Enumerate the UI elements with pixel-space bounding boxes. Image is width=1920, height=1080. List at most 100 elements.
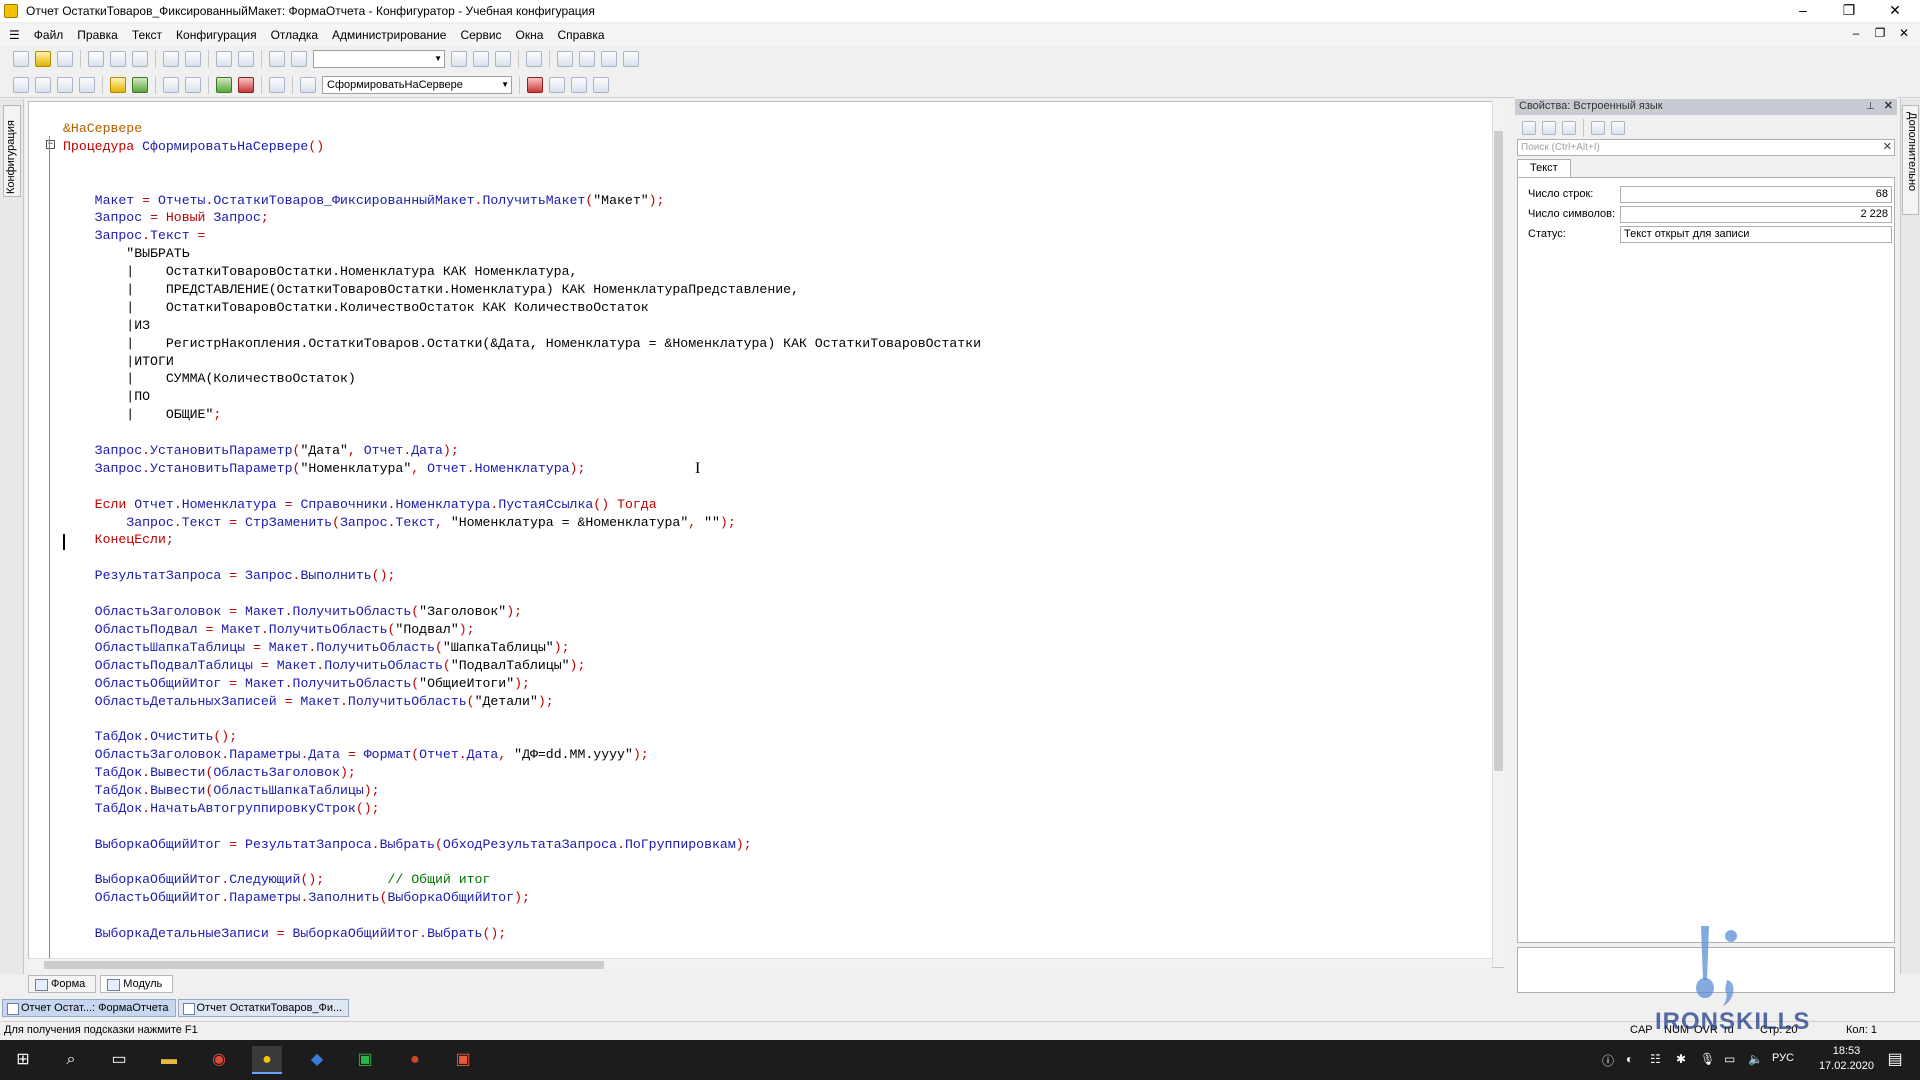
chrome-icon[interactable]: ◉ bbox=[204, 1046, 234, 1074]
code-line[interactable]: Макет = Отчеты.ОстаткиТоваров_Фиксирован… bbox=[63, 192, 981, 210]
close-icon[interactable]: ✕ bbox=[1884, 99, 1893, 114]
chevron-down-icon[interactable]: ▼ bbox=[501, 77, 509, 93]
window-tab-report-object[interactable]: Отчет ОстаткиТоваров_Фи... bbox=[177, 999, 350, 1017]
sort-icon[interactable] bbox=[1522, 121, 1536, 135]
scrollbar-thumb[interactable] bbox=[44, 961, 604, 969]
tab-module[interactable]: Модуль bbox=[100, 975, 174, 993]
open-icon[interactable] bbox=[35, 51, 51, 67]
goto-icon[interactable] bbox=[579, 51, 595, 67]
code-line[interactable] bbox=[63, 478, 981, 496]
code-line[interactable]: Процедура СформироватьНаСервере() bbox=[63, 138, 981, 156]
tray-bluetooth-icon[interactable]: ✱ bbox=[1676, 1052, 1686, 1066]
windows-start-icon[interactable]: ⊞ bbox=[8, 1046, 38, 1074]
additional-panel-tab[interactable]: Дополнительно bbox=[1902, 105, 1919, 215]
tray-network-icon[interactable]: ☷ bbox=[1650, 1052, 1661, 1066]
find-icon[interactable] bbox=[269, 51, 285, 67]
code-line[interactable]: ВыборкаОбщийИтог.Следующий(); // Общий и… bbox=[63, 871, 981, 889]
mdi-restore-button[interactable]: ❐ bbox=[1870, 26, 1890, 40]
mdi-minimize-button[interactable]: – bbox=[1846, 26, 1866, 40]
code-line[interactable]: | ОстаткиТоваровОстатки.Номенклатура КАК… bbox=[63, 263, 981, 281]
code-line[interactable]: ВыборкаОбщийИтог = РезультатЗапроса.Выбр… bbox=[63, 836, 981, 854]
clear-search-icon[interactable]: ✕ bbox=[1883, 140, 1892, 155]
menu-configuration[interactable]: Конфигурация bbox=[169, 28, 264, 42]
chevron-down-icon[interactable]: ▼ bbox=[434, 51, 442, 67]
code-line[interactable] bbox=[63, 424, 981, 442]
code-line[interactable]: ОбластьЗаголовок.Параметры.Дата = Формат… bbox=[63, 746, 981, 764]
code-line[interactable] bbox=[63, 907, 981, 925]
menu-help[interactable]: Справка bbox=[550, 28, 611, 42]
prop-value-chars[interactable]: 2 228 bbox=[1620, 206, 1892, 223]
tab-form[interactable]: Форма bbox=[28, 975, 97, 993]
db-icon[interactable] bbox=[57, 76, 73, 93]
minimize-button[interactable]: – bbox=[1780, 0, 1826, 22]
procedure-combo[interactable]: СформироватьНаСервере ▼ bbox=[322, 75, 512, 94]
format-icon[interactable] bbox=[269, 76, 285, 93]
code-line[interactable]: |ИЗ bbox=[63, 317, 981, 335]
code-line[interactable]: | ПРЕДСТАВЛЕНИЕ(ОстаткиТоваровОстатки.Но… bbox=[63, 281, 981, 299]
find-prev-icon[interactable] bbox=[495, 51, 511, 67]
cut-icon[interactable] bbox=[88, 51, 104, 67]
app-menu-icon[interactable]: ☰ bbox=[2, 28, 27, 42]
code-line[interactable]: ОбластьШапкаТаблицы = Макет.ПолучитьОбла… bbox=[63, 639, 981, 657]
code-line[interactable]: "ВЫБРАТЬ bbox=[63, 245, 981, 263]
module-props-icon[interactable] bbox=[13, 76, 29, 93]
print-icon[interactable] bbox=[163, 51, 179, 67]
menu-text[interactable]: Текст bbox=[125, 28, 169, 42]
code-line[interactable] bbox=[63, 585, 981, 603]
search-combo[interactable]: ▼ bbox=[313, 50, 445, 68]
paste-icon[interactable] bbox=[132, 51, 148, 67]
editor-horizontal-scrollbar[interactable] bbox=[28, 958, 1492, 970]
menu-windows[interactable]: Окна bbox=[509, 28, 551, 42]
disable-breakpoint-icon[interactable] bbox=[571, 76, 587, 93]
bookmark-icon[interactable] bbox=[557, 51, 573, 67]
copy-icon[interactable] bbox=[110, 51, 126, 67]
breakpoint-icon[interactable] bbox=[527, 76, 543, 93]
redo-icon[interactable] bbox=[238, 51, 254, 67]
clear-search-icon[interactable] bbox=[451, 51, 467, 67]
code-line[interactable]: | ОстаткиТоваровОстатки.КоличествоОстато… bbox=[63, 299, 981, 317]
code-line[interactable]: ОбластьОбщийИтог = Макет.ПолучитьОбласть… bbox=[63, 675, 981, 693]
code-line[interactable]: | СУММА(КоличествоОстаток) bbox=[63, 370, 981, 388]
configuration-panel-tab[interactable]: Конфигурация bbox=[3, 105, 21, 197]
code-line[interactable]: &НаСервере bbox=[63, 120, 981, 138]
code-editor[interactable]: − &НаСервере Процедура СформироватьНаСерв… bbox=[28, 101, 1504, 968]
code-line[interactable]: РезультатЗапроса = Запрос.Выполнить(); bbox=[63, 567, 981, 585]
close-button[interactable]: ✕ bbox=[1872, 0, 1918, 22]
comment-icon[interactable] bbox=[216, 76, 232, 93]
file-explorer-icon[interactable]: ▬ bbox=[154, 1046, 184, 1074]
breakpoint-list-icon[interactable] bbox=[549, 76, 565, 93]
code-line[interactable]: ОбластьПодвалТаблицы = Макет.ПолучитьОбл… bbox=[63, 657, 981, 675]
procedures-list-icon[interactable] bbox=[300, 76, 316, 93]
scrollbar-thumb[interactable] bbox=[1494, 131, 1503, 771]
tray-clock[interactable]: 18:53 17.02.2020 bbox=[1819, 1044, 1874, 1074]
code-line[interactable]: |ИТОГИ bbox=[63, 353, 981, 371]
code-line[interactable] bbox=[63, 710, 981, 728]
code-line[interactable] bbox=[63, 549, 981, 567]
code-line[interactable]: ОбластьОбщийИтог.Параметры.Заполнить(Выб… bbox=[63, 889, 981, 907]
tray-language[interactable]: РУС bbox=[1772, 1052, 1794, 1064]
constructor-icon[interactable] bbox=[185, 76, 201, 93]
code-line[interactable]: Запрос = Новый Запрос; bbox=[63, 209, 981, 227]
code-line[interactable]: Запрос.Текст = bbox=[63, 227, 981, 245]
code-line[interactable] bbox=[63, 156, 981, 174]
tray-mic-icon[interactable]: 🎙 bbox=[1700, 1052, 1715, 1066]
window-tab-report-form[interactable]: Отчет Остат...: ФормаОтчета bbox=[2, 999, 176, 1017]
category-icon[interactable] bbox=[1542, 121, 1556, 135]
update-icon[interactable] bbox=[35, 76, 51, 93]
code-line[interactable]: ОбластьДетальныхЗаписей = Макет.Получить… bbox=[63, 693, 981, 711]
camtasia-icon[interactable]: ▣ bbox=[350, 1046, 380, 1074]
block-icon[interactable] bbox=[163, 76, 179, 93]
task-view-icon[interactable]: ▭ bbox=[104, 1046, 134, 1074]
search-icon[interactable]: ⌕ bbox=[56, 1046, 86, 1074]
menu-edit[interactable]: Правка bbox=[70, 28, 125, 42]
tray-volume-icon[interactable]: 🔈 bbox=[1748, 1052, 1763, 1066]
menu-service[interactable]: Сервис bbox=[453, 28, 508, 42]
code-line[interactable]: ВыборкаДетальныеЗаписи = ВыборкаОбщийИто… bbox=[63, 925, 981, 943]
editor-vertical-scrollbar[interactable] bbox=[1492, 101, 1504, 967]
table-icon[interactable] bbox=[79, 76, 95, 93]
clear-breakpoints-icon[interactable] bbox=[593, 76, 609, 93]
tab-text[interactable]: Текст bbox=[1517, 159, 1571, 177]
pin-icon[interactable]: ⊥ bbox=[1866, 99, 1875, 114]
recorder-icon[interactable]: ▣ bbox=[448, 1046, 478, 1074]
tray-wifi-icon[interactable]: ▭ bbox=[1724, 1052, 1735, 1066]
